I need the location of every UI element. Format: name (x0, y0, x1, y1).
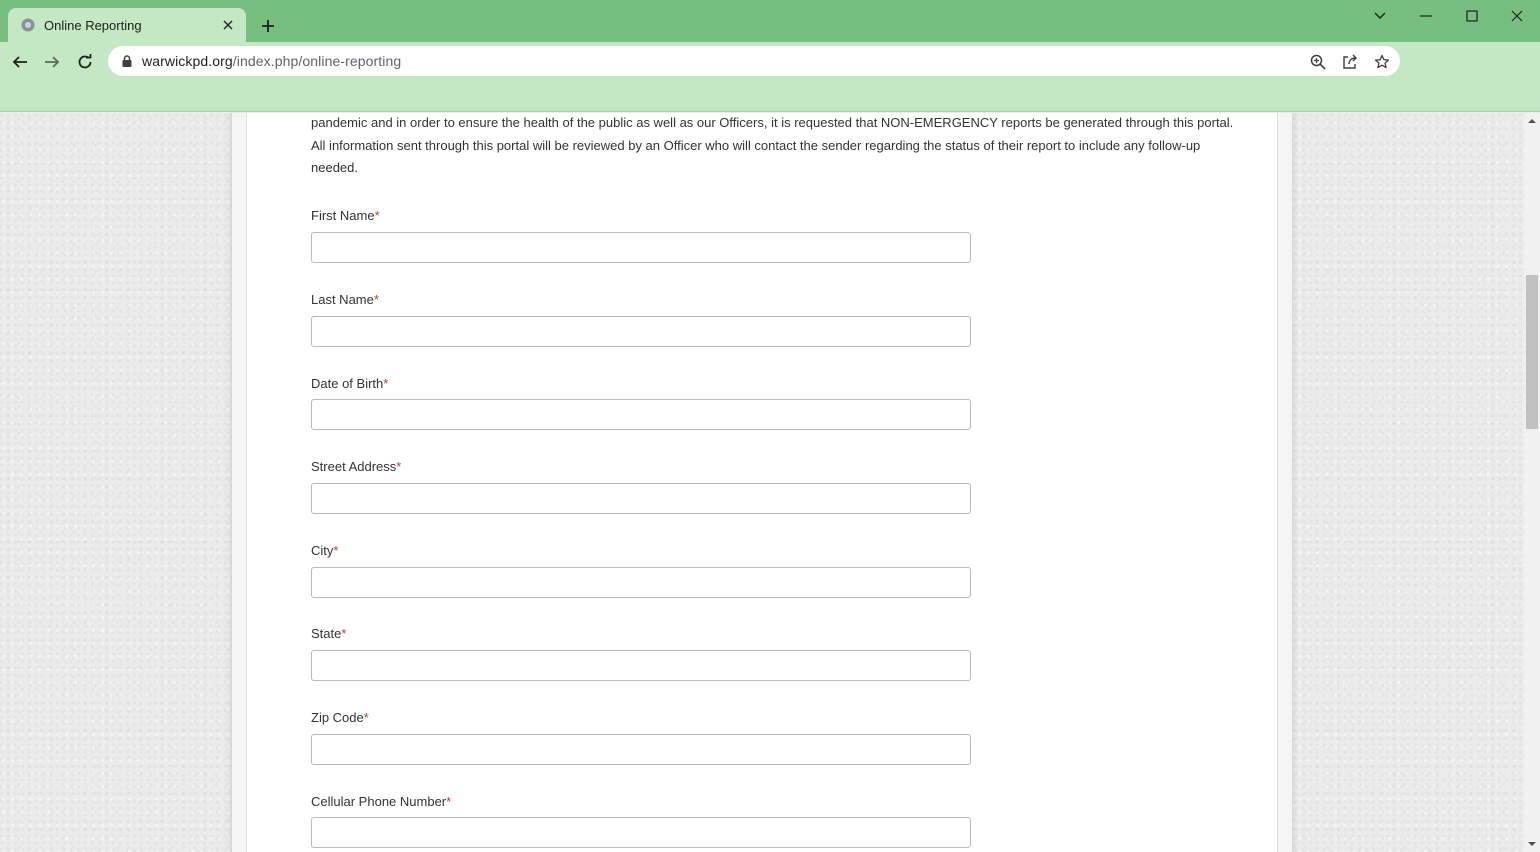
tab-title: Online Reporting (44, 17, 142, 33)
first-name-label-text: First Name (311, 208, 375, 223)
required-marker: * (363, 710, 369, 725)
required-marker: * (374, 208, 380, 223)
scroll-up-arrow-icon[interactable] (1524, 113, 1540, 129)
site-favicon-icon (20, 17, 36, 33)
required-marker: * (383, 376, 389, 391)
required-marker: * (341, 626, 347, 641)
back-arrow-icon[interactable] (6, 48, 34, 76)
scrollbar-thumb[interactable] (1526, 275, 1538, 429)
last-name-label: Last Name* (311, 292, 379, 307)
cellular-phone-label: Cellular Phone Number* (311, 794, 451, 809)
new-tab-icon[interactable] (256, 14, 280, 38)
state-label: State* (311, 626, 346, 641)
state-label-text: State (311, 626, 342, 641)
zip-code-input[interactable] (311, 734, 971, 765)
last-name-input[interactable] (311, 316, 971, 347)
browser-toolbar: warwickpd.org/index.php/online-reporting (0, 42, 1540, 112)
close-window-icon[interactable] (1494, 0, 1540, 32)
street-address-input[interactable] (311, 483, 971, 514)
tab-close-icon[interactable] (220, 17, 236, 33)
last-name-label-text: Last Name (311, 292, 374, 307)
lock-icon[interactable] (120, 54, 134, 68)
url-host: warwickpd.org (142, 53, 233, 69)
vertical-scrollbar[interactable] (1524, 113, 1540, 852)
required-marker: * (333, 543, 339, 558)
reload-icon[interactable] (71, 48, 99, 76)
first-name-input[interactable] (311, 232, 971, 263)
forward-arrow-icon[interactable] (38, 48, 66, 76)
share-icon[interactable] (1341, 53, 1359, 71)
scroll-down-arrow-icon[interactable] (1524, 836, 1540, 852)
zip-code-label-text: Zip Code (311, 710, 364, 725)
first-name-label: First Name* (311, 208, 380, 223)
city-label-text: City (311, 543, 334, 558)
tab-strip: Online Reporting (0, 0, 1540, 42)
browser-tab-active[interactable]: Online Reporting (8, 8, 246, 42)
minimize-icon[interactable] (1403, 0, 1449, 32)
date-of-birth-label: Date of Birth* (311, 376, 388, 391)
content-frame: pandemic and in order to ensure the heal… (232, 113, 1292, 852)
url-path: /index.php/online-reporting (232, 53, 402, 69)
bookmark-star-icon[interactable] (1373, 53, 1391, 71)
required-marker: * (373, 292, 379, 307)
date-of-birth-input[interactable] (311, 399, 971, 430)
street-address-label-text: Street Address (311, 459, 397, 474)
address-bar[interactable]: warwickpd.org/index.php/online-reporting (108, 46, 1400, 76)
maximize-icon[interactable] (1449, 0, 1495, 32)
content-area: pandemic and in order to ensure the heal… (246, 113, 1278, 852)
zip-code-label: Zip Code* (311, 710, 369, 725)
city-label: City* (311, 543, 338, 558)
url-text: warwickpd.org/index.php/online-reporting (142, 53, 401, 69)
required-marker: * (446, 794, 452, 809)
intro-paragraph: pandemic and in order to ensure the heal… (311, 115, 1234, 175)
tab-search-icon[interactable] (1357, 0, 1403, 32)
cellular-phone-input[interactable] (311, 817, 971, 848)
zoom-icon[interactable] (1309, 53, 1327, 71)
required-marker: * (396, 459, 402, 474)
city-input[interactable] (311, 567, 971, 598)
cellular-phone-label-text: Cellular Phone Number (311, 794, 447, 809)
date-of-birth-label-text: Date of Birth (311, 376, 384, 391)
street-address-label: Street Address* (311, 459, 401, 474)
page-viewport: pandemic and in order to ensure the heal… (0, 113, 1524, 852)
state-input[interactable] (311, 650, 971, 681)
